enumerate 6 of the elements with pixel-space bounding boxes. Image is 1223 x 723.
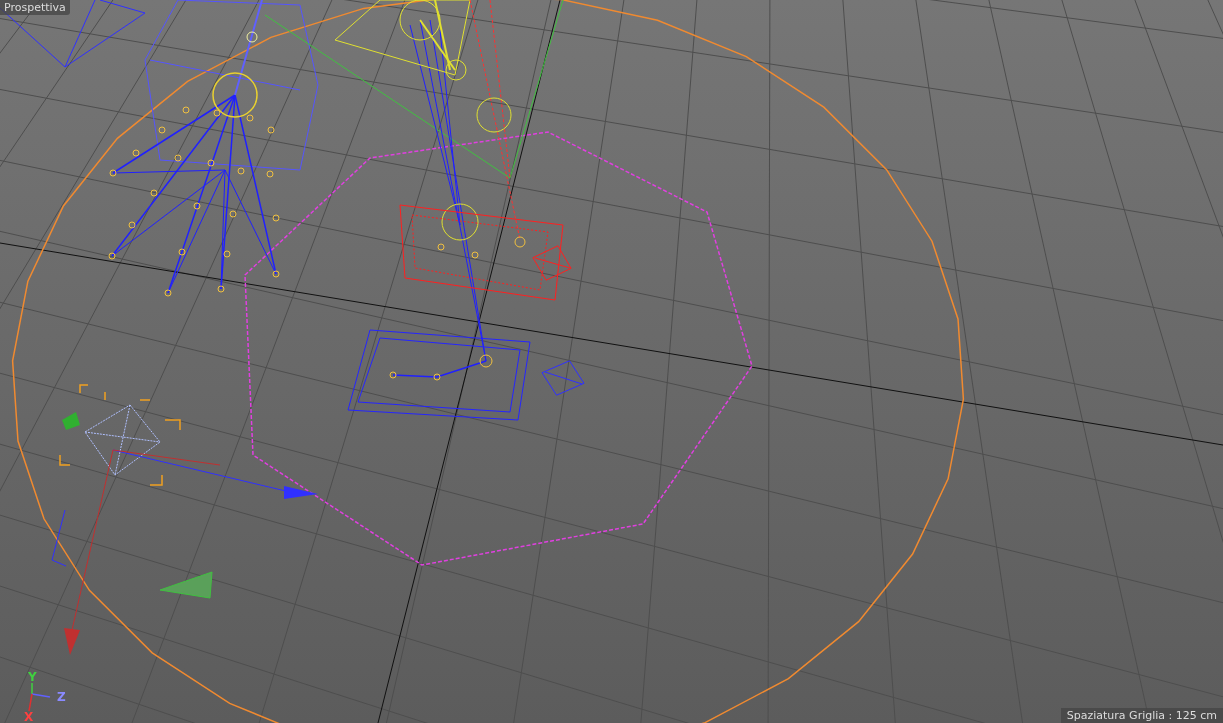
- axis-label: Y: [28, 670, 37, 684]
- axis-gizmo: [28, 682, 51, 712]
- axis-label: Z: [57, 690, 66, 704]
- axis-label: X: [24, 710, 34, 723]
- grid-spacing-status: Spaziatura Griglia : 125 cm: [1060, 708, 1223, 723]
- viewport-title: Prospettiva: [0, 0, 70, 15]
